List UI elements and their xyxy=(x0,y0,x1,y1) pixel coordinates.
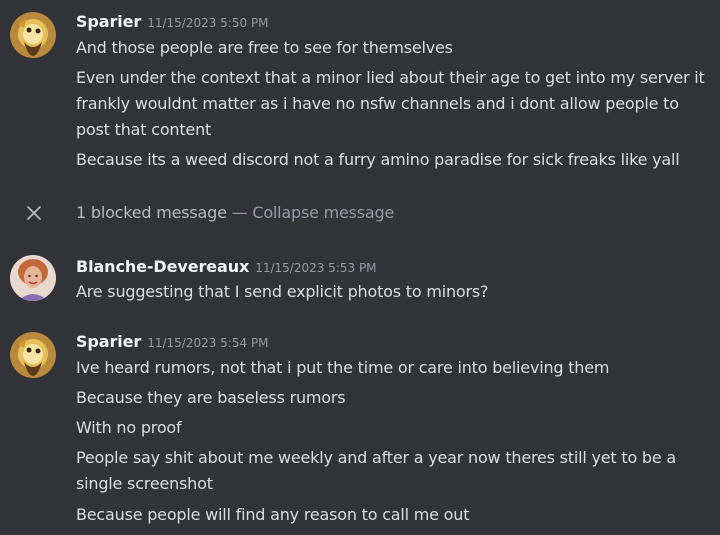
message-text: Because people will find any reason to c… xyxy=(76,505,470,524)
username[interactable]: Blanche-Devereaux xyxy=(76,257,249,276)
username[interactable]: Sparier xyxy=(76,12,141,31)
message-text: And those people are free to see for the… xyxy=(76,38,453,57)
message-header: Sparier 11/15/2023 5:54 PM xyxy=(76,332,269,351)
message-text: With no proof xyxy=(76,418,182,437)
close-icon[interactable] xyxy=(25,204,43,222)
collapse-message-link[interactable]: Collapse message xyxy=(252,203,394,222)
message-text: People say shit about me weekly and afte… xyxy=(76,448,677,493)
blocked-message-row: 1 blocked message — Collapse message xyxy=(0,200,720,228)
avatar[interactable] xyxy=(10,332,56,378)
message-text: Because they are baseless rumors xyxy=(76,388,346,407)
timestamp[interactable]: 11/15/2023 5:50 PM xyxy=(147,16,268,30)
avatar[interactable] xyxy=(10,12,56,58)
message-header: Blanche-Devereaux 11/15/2023 5:53 PM xyxy=(76,257,377,276)
username[interactable]: Sparier xyxy=(76,332,141,351)
timestamp[interactable]: 11/15/2023 5:53 PM xyxy=(255,261,376,275)
blocked-count: 1 blocked message xyxy=(76,203,227,222)
message-text: Ive heard rumors, not that i put the tim… xyxy=(76,358,610,377)
message-text: Are suggesting that I send explicit phot… xyxy=(76,282,489,301)
chat-messages: Sparier 11/15/2023 5:50 PM And those peop… xyxy=(0,0,720,535)
message-text: Because its a weed discord not a furry a… xyxy=(76,150,680,169)
blocked-message-text: 1 blocked message — Collapse message xyxy=(76,200,394,226)
blocked-separator: — xyxy=(231,203,248,222)
timestamp[interactable]: 11/15/2023 5:54 PM xyxy=(147,336,268,350)
message-text: Even under the context that a minor lied… xyxy=(76,68,705,139)
message-header: Sparier 11/15/2023 5:50 PM xyxy=(76,12,269,31)
avatar[interactable] xyxy=(10,255,56,301)
